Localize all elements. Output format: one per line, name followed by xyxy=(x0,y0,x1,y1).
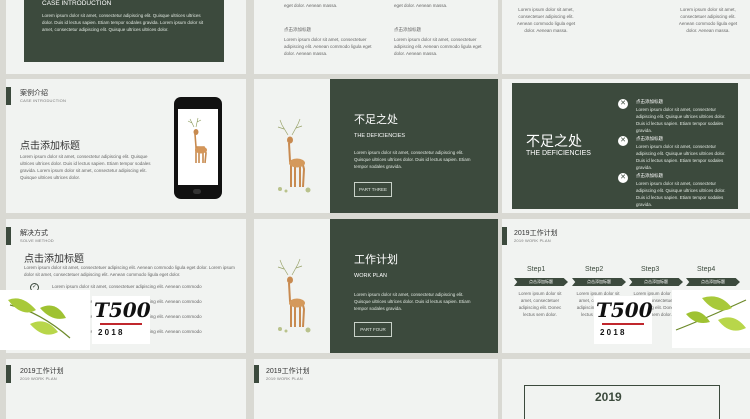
title-bar xyxy=(6,87,11,105)
section-text: Lorem ipsum dolor sit amet, consectetur … xyxy=(354,150,471,169)
slide-subtitle: 2019 WORK PLAN xyxy=(514,238,551,243)
logo-year: 2 0 1 8 xyxy=(600,328,625,337)
item-text: Lorem ipsum dolor sit amet, consectetur … xyxy=(636,181,726,207)
phone-screen xyxy=(178,109,218,185)
content-heading: 点击添加标题 xyxy=(24,254,84,265)
step-label: Step1 xyxy=(527,266,546,273)
step-label: Step3 xyxy=(641,266,660,273)
item-heading: 点击添加标题 xyxy=(636,136,663,141)
logo-underline xyxy=(602,323,644,325)
step-arrow: 点击添加标题 xyxy=(572,278,626,286)
col2-text: Lorem ipsum dolor sit amet, consectetuer… xyxy=(678,7,738,33)
slide-title: 2019工作计划 xyxy=(266,368,310,375)
deer-illustration xyxy=(277,258,311,333)
slide-subtitle: CASE INTRODUCTION xyxy=(20,98,67,103)
item-heading: 点击添加标题 xyxy=(636,173,663,178)
panel-title: CASE INTRODUCTION xyxy=(42,0,112,7)
leaf-decoration-left xyxy=(0,290,90,350)
step-arrow: 点击添加标题 xyxy=(686,278,740,286)
deer-illustration xyxy=(277,118,311,193)
phone-home-button xyxy=(193,189,201,194)
content-heading: 点击添加标题 xyxy=(20,141,80,152)
slide-2019-cover[interactable]: 2019 xyxy=(502,359,750,419)
section-text: Lorem ipsum dolor sit amet, consectetur … xyxy=(354,292,471,311)
section-subtitle: WORK PLAN xyxy=(354,273,388,279)
logo-watermark-2: T500 2 0 1 8 xyxy=(594,296,653,344)
slide-title: 解决方式 xyxy=(20,230,48,237)
slide-deficiencies-list[interactable]: 不足之处 THE DEFICIENCIES ✕ 点击添加标题 Lorem ips… xyxy=(502,79,750,213)
col2-heading: 点击添加标题 xyxy=(394,27,421,32)
slide-text-columns-top[interactable]: Lorem ipsum dolor sit amet, consectetuer… xyxy=(502,0,750,74)
slide-subtitle: 2019 WORK PLAN xyxy=(20,376,57,381)
leaf-icon xyxy=(8,298,71,339)
slide-title: 案例介绍 xyxy=(20,90,48,97)
close-icon: ✕ xyxy=(618,99,628,109)
slide-work-plan-a[interactable]: 2019工作计划 2019 WORK PLAN xyxy=(6,359,246,419)
slide-case-intro-top[interactable]: CASE INTRODUCTION Lorem ipsum dolor sit … xyxy=(6,0,246,74)
title-bar xyxy=(254,365,259,383)
panel-text: Lorem ipsum dolor sit amet, consectetur … xyxy=(42,13,204,32)
slide-case-intro[interactable]: 案例介绍 CASE INTRODUCTION 点击添加标题 Lorem ipsu… xyxy=(6,79,246,213)
cover-frame: 2019 xyxy=(524,385,720,419)
step-label: Step4 xyxy=(697,266,716,273)
slide-work-plan-part[interactable]: 工作计划 WORK PLAN Lorem ipsum dolor sit ame… xyxy=(254,219,498,353)
section-subtitle: THE DEFICIENCIES xyxy=(354,133,406,139)
dark-panel: CASE INTRODUCTION Lorem ipsum dolor sit … xyxy=(24,0,224,62)
col1-text: Lorem ipsum dolor sit amet, consectetuer… xyxy=(284,37,372,56)
cover-year: 2019 xyxy=(595,390,622,404)
close-icon: ✕ xyxy=(618,173,628,183)
slide-work-plan-b[interactable]: 2019工作计划 2019 WORK PLAN xyxy=(254,359,498,419)
part-four-button[interactable]: PART FOUR xyxy=(354,322,392,337)
item-text: Lorem ipsum dolor sit amet, consectetur … xyxy=(636,107,726,133)
slide-columns-top[interactable]: eget dolor. Aenean massa. eget dolor. Ae… xyxy=(254,0,498,74)
item-text: Lorem ipsum dolor sit amet, consectetur … xyxy=(636,144,726,170)
col1-heading: 点击添加标题 xyxy=(284,27,311,32)
deer-illustration xyxy=(187,117,207,164)
dark-panel: 不足之处 THE DEFICIENCIES ✕ 点击添加标题 Lorem ips… xyxy=(512,83,738,209)
logo-year: 2 0 1 8 xyxy=(98,328,123,337)
slide-subtitle: 2019 WORK PLAN xyxy=(266,376,303,381)
content-text: Lorem ipsum dolor sit amet, consectetuer… xyxy=(24,265,235,277)
section-heading: 工作计划 xyxy=(354,254,398,266)
close-icon: ✕ xyxy=(618,136,628,146)
section-heading: 不足之处 xyxy=(526,133,582,149)
col1-top-text: eget dolor. Aenean massa. xyxy=(284,3,338,8)
title-bar xyxy=(6,227,11,245)
slide-deficiencies-part[interactable]: 不足之处 THE DEFICIENCIES Lorem ipsum dolor … xyxy=(254,79,498,213)
col2-top-text: eget dolor. Aenean massa. xyxy=(394,3,448,8)
slide-title: 2019工作计划 xyxy=(514,230,558,237)
section-heading: 不足之处 xyxy=(354,114,398,126)
title-bar xyxy=(6,365,11,383)
slide-subtitle: SOLVE METHOD xyxy=(20,238,54,243)
dark-panel: 不足之处 THE DEFICIENCIES Lorem ipsum dolor … xyxy=(330,79,498,213)
step-arrow: 点击添加标题 xyxy=(629,278,683,286)
logo-text: T500 xyxy=(94,298,151,322)
col2-text: Lorem ipsum dolor sit amet, consectetuer… xyxy=(394,37,482,56)
phone-mockup xyxy=(174,97,222,199)
dark-panel: 工作计划 WORK PLAN Lorem ipsum dolor sit ame… xyxy=(330,219,498,353)
logo-text: T500 xyxy=(596,298,653,322)
logo-underline xyxy=(100,323,142,325)
step-text: Lorem ipsum dolor sit amet, consectetuer… xyxy=(518,291,562,317)
title-bar xyxy=(502,227,507,245)
step-arrow: 点击添加标题 xyxy=(514,278,568,286)
content-text: Lorem ipsum dolor sit amet, consectetur … xyxy=(20,154,151,180)
logo-watermark: T500 2 0 1 8 xyxy=(92,296,151,344)
slide-title: 2019工作计划 xyxy=(20,368,64,375)
part-three-button[interactable]: PART THREE xyxy=(354,182,392,197)
leaf-icon xyxy=(675,296,747,331)
section-subtitle: THE DEFICIENCIES xyxy=(526,150,591,157)
step-label: Step2 xyxy=(585,266,604,273)
col1-text: Lorem ipsum dolor sit amet, consectetuer… xyxy=(516,7,576,33)
item-heading: 点击添加标题 xyxy=(636,99,663,104)
leaf-decoration-right xyxy=(672,290,750,348)
